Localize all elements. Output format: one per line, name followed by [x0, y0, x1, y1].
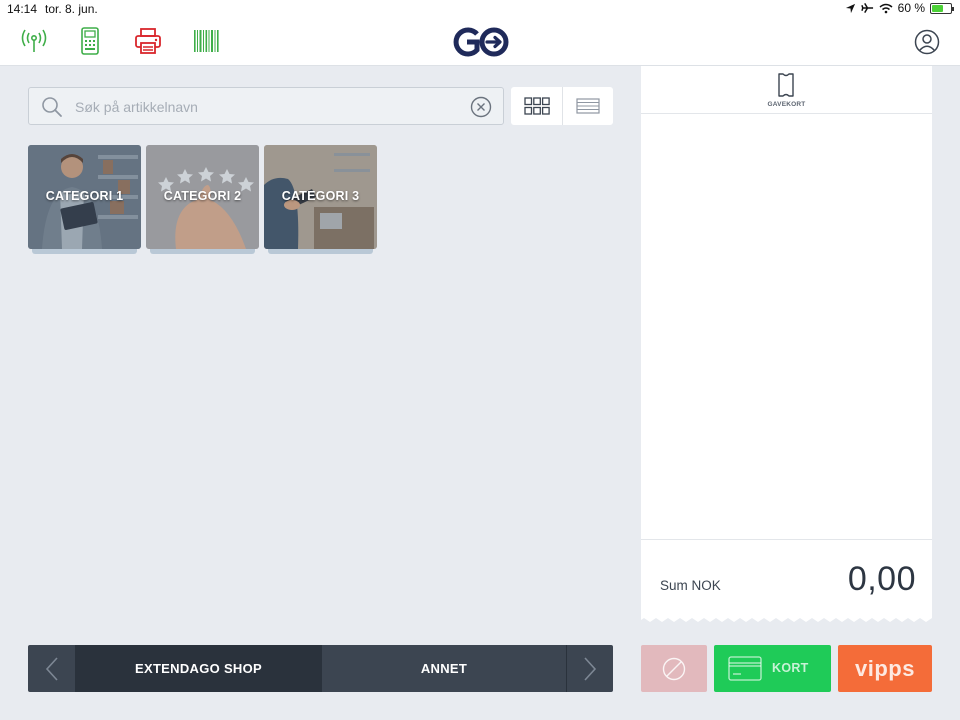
sum-value: 0,00 — [847, 560, 916, 598]
category-label: CATEGORI 1 — [45, 189, 124, 203]
card-payment-label: KORT — [772, 661, 809, 675]
grid-view-button[interactable] — [511, 87, 562, 125]
location-icon — [845, 3, 855, 13]
tab-annet[interactable]: ANNET — [322, 645, 566, 692]
list-view-button[interactable] — [562, 87, 613, 125]
wifi-icon — [879, 3, 893, 13]
giftcard-label: GAVEKORT — [767, 101, 806, 108]
tile-shadow — [268, 249, 373, 254]
chevron-left-icon — [45, 656, 58, 681]
go-logo — [453, 27, 509, 57]
void-button[interactable] — [641, 645, 707, 692]
receipt-torn-edge — [641, 614, 932, 622]
search-bar — [28, 87, 504, 125]
list-view-icon — [576, 98, 600, 114]
card-payment-button[interactable]: KORT — [714, 645, 831, 692]
user-profile-icon[interactable] — [914, 29, 940, 55]
battery-icon — [930, 2, 954, 14]
category-label: CATEGORI 2 — [163, 189, 242, 203]
receipt-panel: GAVEKORT Sum NOK 0,00 — [641, 66, 932, 618]
tile-shadow — [150, 249, 255, 254]
battery-level — [932, 4, 943, 12]
chevron-right-icon — [584, 656, 597, 681]
search-input[interactable] — [75, 96, 455, 118]
category-tab-bar: EXTENDAGO SHOP ANNET — [28, 645, 613, 692]
clear-search-icon[interactable] — [470, 96, 492, 118]
battery-percentage: 60 % — [897, 1, 925, 15]
nav-prev-button[interactable] — [28, 645, 75, 692]
sum-label: Sum NOK — [660, 578, 721, 593]
barcode-scanner-icon[interactable] — [192, 27, 220, 55]
category-tile-1[interactable]: CATEGORI 1 — [28, 145, 141, 254]
category-tile-2[interactable]: CATEGORI 2 — [146, 145, 259, 254]
no-entry-icon — [662, 657, 686, 680]
payment-terminal-icon[interactable] — [76, 27, 104, 55]
category-label: CATEGORI 3 — [281, 189, 360, 203]
wireless-signal-icon[interactable] — [20, 27, 48, 55]
tile-shadow — [32, 249, 137, 254]
status-date: tor. 8. jun. — [45, 2, 98, 16]
category-grid: CATEGORI 1 CATEGORI 2 CATEGORI 3 — [28, 145, 377, 254]
giftcard-icon — [778, 73, 794, 97]
credit-card-icon — [728, 656, 762, 681]
grid-view-icon — [523, 97, 550, 115]
view-mode-toggle — [511, 87, 613, 125]
category-tile-3[interactable]: CATEGORI 3 — [264, 145, 377, 254]
printer-icon[interactable] — [134, 27, 162, 55]
sum-row: Sum NOK 0,00 — [641, 539, 932, 618]
status-time: 14:14 — [7, 2, 38, 16]
giftcard-button[interactable]: GAVEKORT — [641, 66, 932, 114]
tab-extendago-shop[interactable]: EXTENDAGO SHOP — [75, 645, 322, 692]
nav-next-button[interactable] — [566, 645, 613, 692]
vipps-logo: vipps — [855, 655, 915, 681]
airplane-icon — [860, 2, 873, 14]
search-icon — [42, 97, 62, 117]
vipps-payment-button[interactable]: vipps — [838, 645, 932, 692]
top-bar: 14:14 tor. 8. jun. 60 % — [0, 0, 960, 66]
status-indicators: 60 % — [845, 1, 954, 15]
